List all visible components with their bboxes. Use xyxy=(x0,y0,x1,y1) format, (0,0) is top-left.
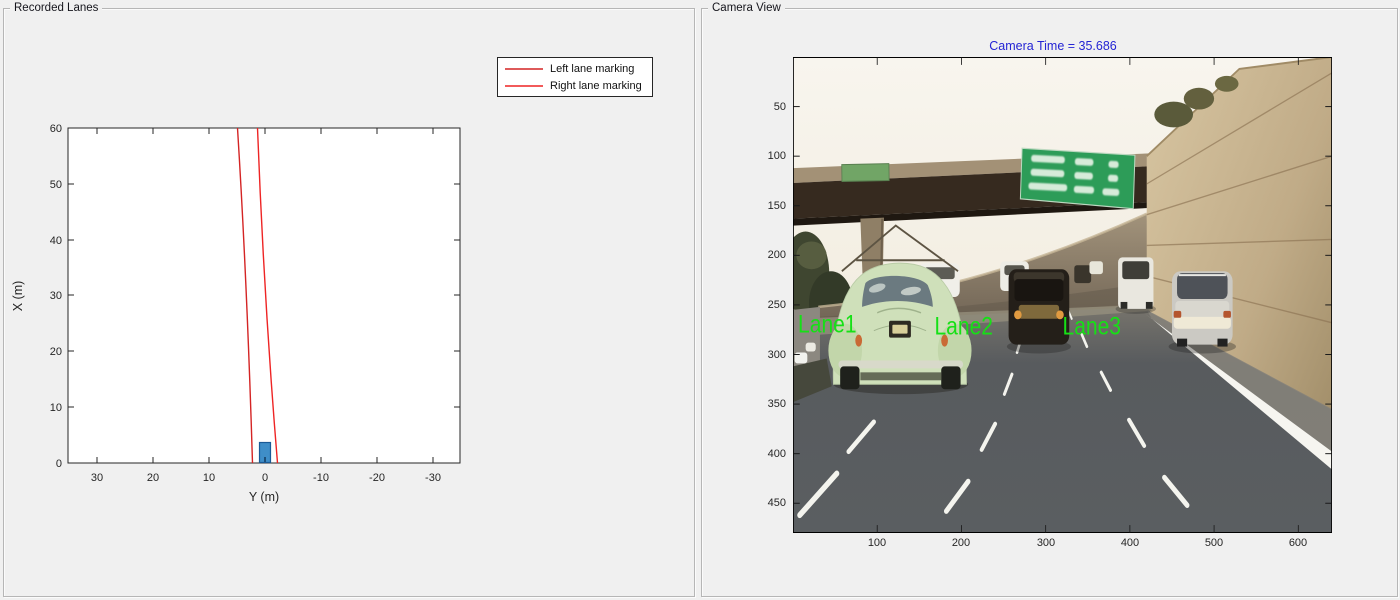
svg-text:30: 30 xyxy=(50,290,62,302)
camera-view-panel-title: Camera View xyxy=(708,1,785,15)
camera-x-tick: 200 xyxy=(941,537,981,549)
ego-vehicle-marker xyxy=(260,443,271,463)
svg-text:20: 20 xyxy=(147,472,159,484)
plot-x-tick-labels: 30 20 10 0 -10 -20 -30 xyxy=(91,472,441,484)
camera-y-tick: 300 xyxy=(750,348,786,362)
lane3-label: Lane3 xyxy=(1063,312,1122,340)
legend-entry-left-lane: Left lane marking xyxy=(498,62,652,76)
camera-y-tick: 150 xyxy=(750,199,786,213)
plot-axes-box xyxy=(68,128,460,463)
svg-text:0: 0 xyxy=(262,472,268,484)
svg-text:-10: -10 xyxy=(313,472,329,484)
lane2-label: Lane2 xyxy=(934,312,993,340)
camera-x-tick: 100 xyxy=(857,537,897,549)
camera-x-tick: 300 xyxy=(1026,537,1066,549)
svg-text:30: 30 xyxy=(91,472,103,484)
recorded-lanes-panel-title: Recorded Lanes xyxy=(10,1,102,15)
plot-ylabel: X (m) xyxy=(11,281,25,312)
small-bridge-sign xyxy=(842,164,889,182)
camera-y-tick: 450 xyxy=(750,496,786,510)
plot-legend: Left lane marking Right lane marking xyxy=(497,57,653,97)
figure-window: Recorded Lanes 30 20 10 0 xyxy=(0,0,1400,600)
camera-x-tick: 400 xyxy=(1110,537,1150,549)
svg-text:50: 50 xyxy=(50,179,62,191)
sedan-car xyxy=(1169,271,1236,353)
legend-label-right-lane: Right lane marking xyxy=(550,80,642,92)
camera-y-tick: 250 xyxy=(750,298,786,312)
svg-text:10: 10 xyxy=(50,402,62,414)
camera-time-title: Camera Time = 35.686 xyxy=(943,39,1163,53)
svg-text:0: 0 xyxy=(56,458,62,470)
lane1-label: Lane1 xyxy=(798,310,857,338)
camera-y-tick: 50 xyxy=(750,100,786,114)
legend-line-sample-right xyxy=(505,84,543,88)
camera-y-tick: 100 xyxy=(750,149,786,163)
plot-xlabel: Y (m) xyxy=(249,490,279,504)
legend-entry-right-lane: Right lane marking xyxy=(498,79,652,93)
svg-text:-30: -30 xyxy=(425,472,441,484)
suv-car xyxy=(1007,269,1071,353)
svg-text:20: 20 xyxy=(50,346,62,358)
camera-x-tick: 600 xyxy=(1278,537,1318,549)
svg-text:60: 60 xyxy=(50,123,62,135)
camera-y-tick: 200 xyxy=(750,248,786,262)
svg-text:10: 10 xyxy=(203,472,215,484)
plot-y-tick-labels: 0 10 20 30 40 50 60 xyxy=(50,123,62,470)
svg-text:40: 40 xyxy=(50,235,62,247)
svg-text:-20: -20 xyxy=(369,472,385,484)
lane-detection-labels: Lane1 Lane2 Lane3 xyxy=(798,310,1121,340)
van-car xyxy=(1116,257,1156,314)
highway-guide-sign xyxy=(1020,148,1135,208)
legend-label-left-lane: Left lane marking xyxy=(550,63,634,75)
camera-y-tick: 400 xyxy=(750,447,786,461)
camera-x-tick: 500 xyxy=(1194,537,1234,549)
camera-y-tick: 350 xyxy=(750,397,786,411)
camera-frame-image: Lane1 Lane2 Lane3 xyxy=(793,57,1332,533)
legend-line-sample-left xyxy=(505,67,543,71)
